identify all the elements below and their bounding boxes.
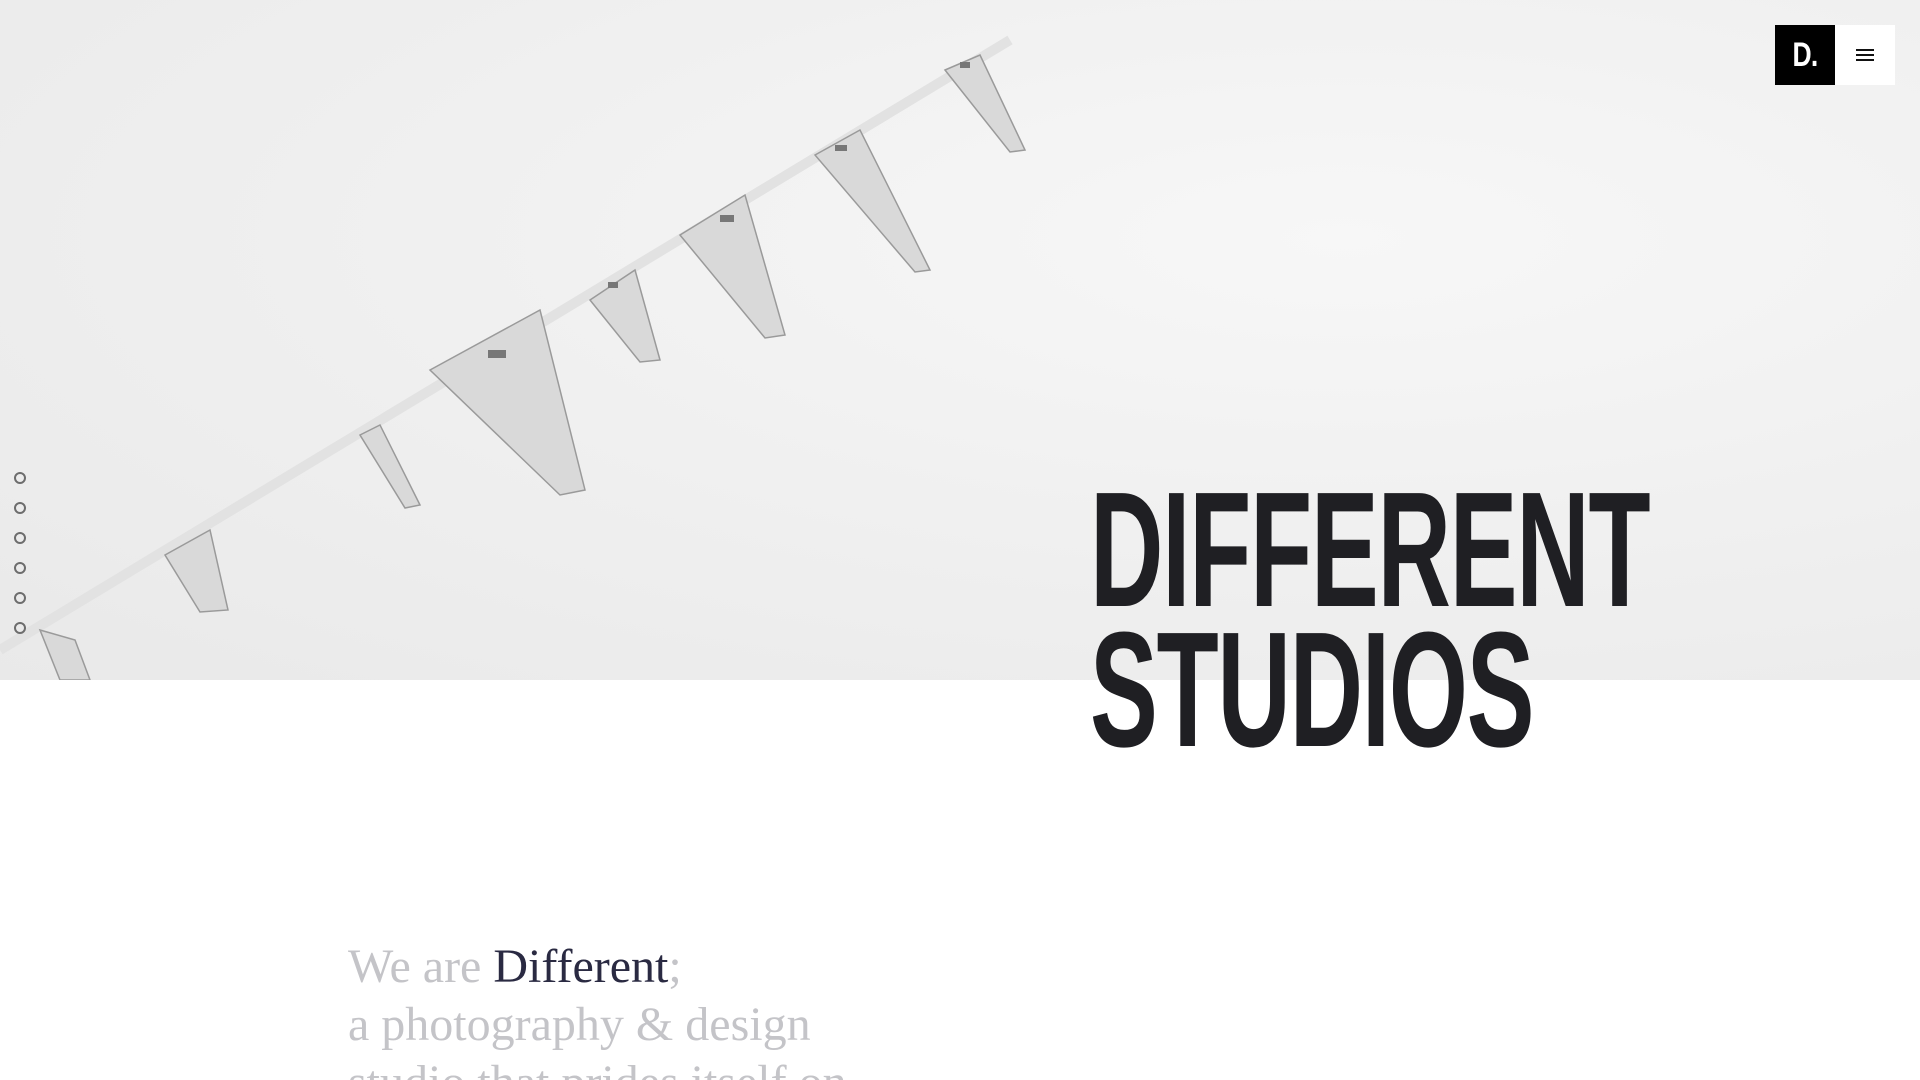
section-dot-nav (14, 472, 26, 634)
section-dot-3[interactable] (14, 532, 26, 544)
intro-text: We are Different; a photography & design… (348, 938, 908, 1080)
intro-line-2: a photography & design (348, 998, 811, 1051)
intro-line-3: studio that prides itself on (348, 1054, 908, 1080)
logo[interactable]: D. (1775, 25, 1835, 85)
menu-button[interactable] (1835, 25, 1895, 85)
section-dot-1[interactable] (14, 472, 26, 484)
hamburger-icon (1856, 49, 1874, 61)
brand-header: D. (1775, 25, 1895, 85)
logo-text: D. (1781, 25, 1829, 85)
intro-suffix: ; (668, 940, 682, 993)
section-dot-4[interactable] (14, 562, 26, 574)
intro-prefix: We are (348, 940, 494, 993)
hero-title: DIFFERENT STUDIOS (1090, 468, 1651, 781)
hero-title-line-2: STUDIOS (1090, 598, 1535, 781)
intro-line-1: We are Different; (348, 938, 908, 996)
section-dot-2[interactable] (14, 502, 26, 514)
intro-highlight: Different (493, 940, 669, 993)
section-dot-6[interactable] (14, 622, 26, 634)
section-dot-5[interactable] (14, 592, 26, 604)
